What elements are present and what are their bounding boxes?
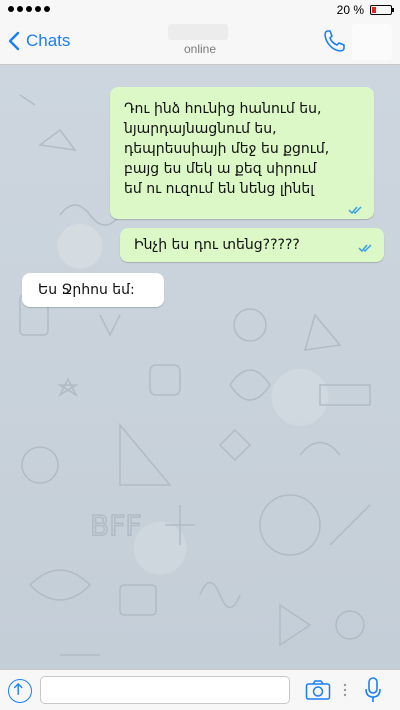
double-check-icon [358,244,372,253]
message-text: Դու ինձ հունից հանում ես, նյարդայնացնում… [124,101,330,197]
message-bubble-outgoing[interactable]: Ինչի ես դու տենց????? [120,228,384,262]
camera-icon[interactable] [305,678,331,702]
signal-strength-icon [8,6,50,12]
double-check-icon [348,206,362,215]
phone-icon[interactable] [322,28,346,54]
contact-avatar[interactable] [352,24,392,60]
status-bar: 20 % [0,0,400,20]
chat-message-area[interactable]: BFF Դու ինձ հունից հանում ես, նյարդայնաց… [0,65,400,669]
chat-header: Chats online [0,20,400,65]
message-input[interactable] [40,676,290,704]
battery-level-fill [372,7,376,13]
share-arrow-icon[interactable] [8,679,32,703]
message-text: Ինչի ես դու տենց????? [134,237,300,253]
message-input-bar [0,669,400,710]
battery-percentage: 20 % [336,3,364,17]
battery-icon [370,5,394,15]
contact-name-redacted[interactable] [168,24,228,40]
microphone-icon[interactable] [364,676,382,704]
svg-text:BFF: BFF [90,509,141,542]
divider-dots [343,683,347,697]
message-bubble-outgoing[interactable]: Դու ինձ հունից հանում ես, նյարդայնացնում… [110,87,374,219]
message-text: Ես Ջրհոս եմ: [38,282,135,298]
message-bubble-incoming[interactable]: Ես Ջրհոս եմ: [22,273,164,307]
